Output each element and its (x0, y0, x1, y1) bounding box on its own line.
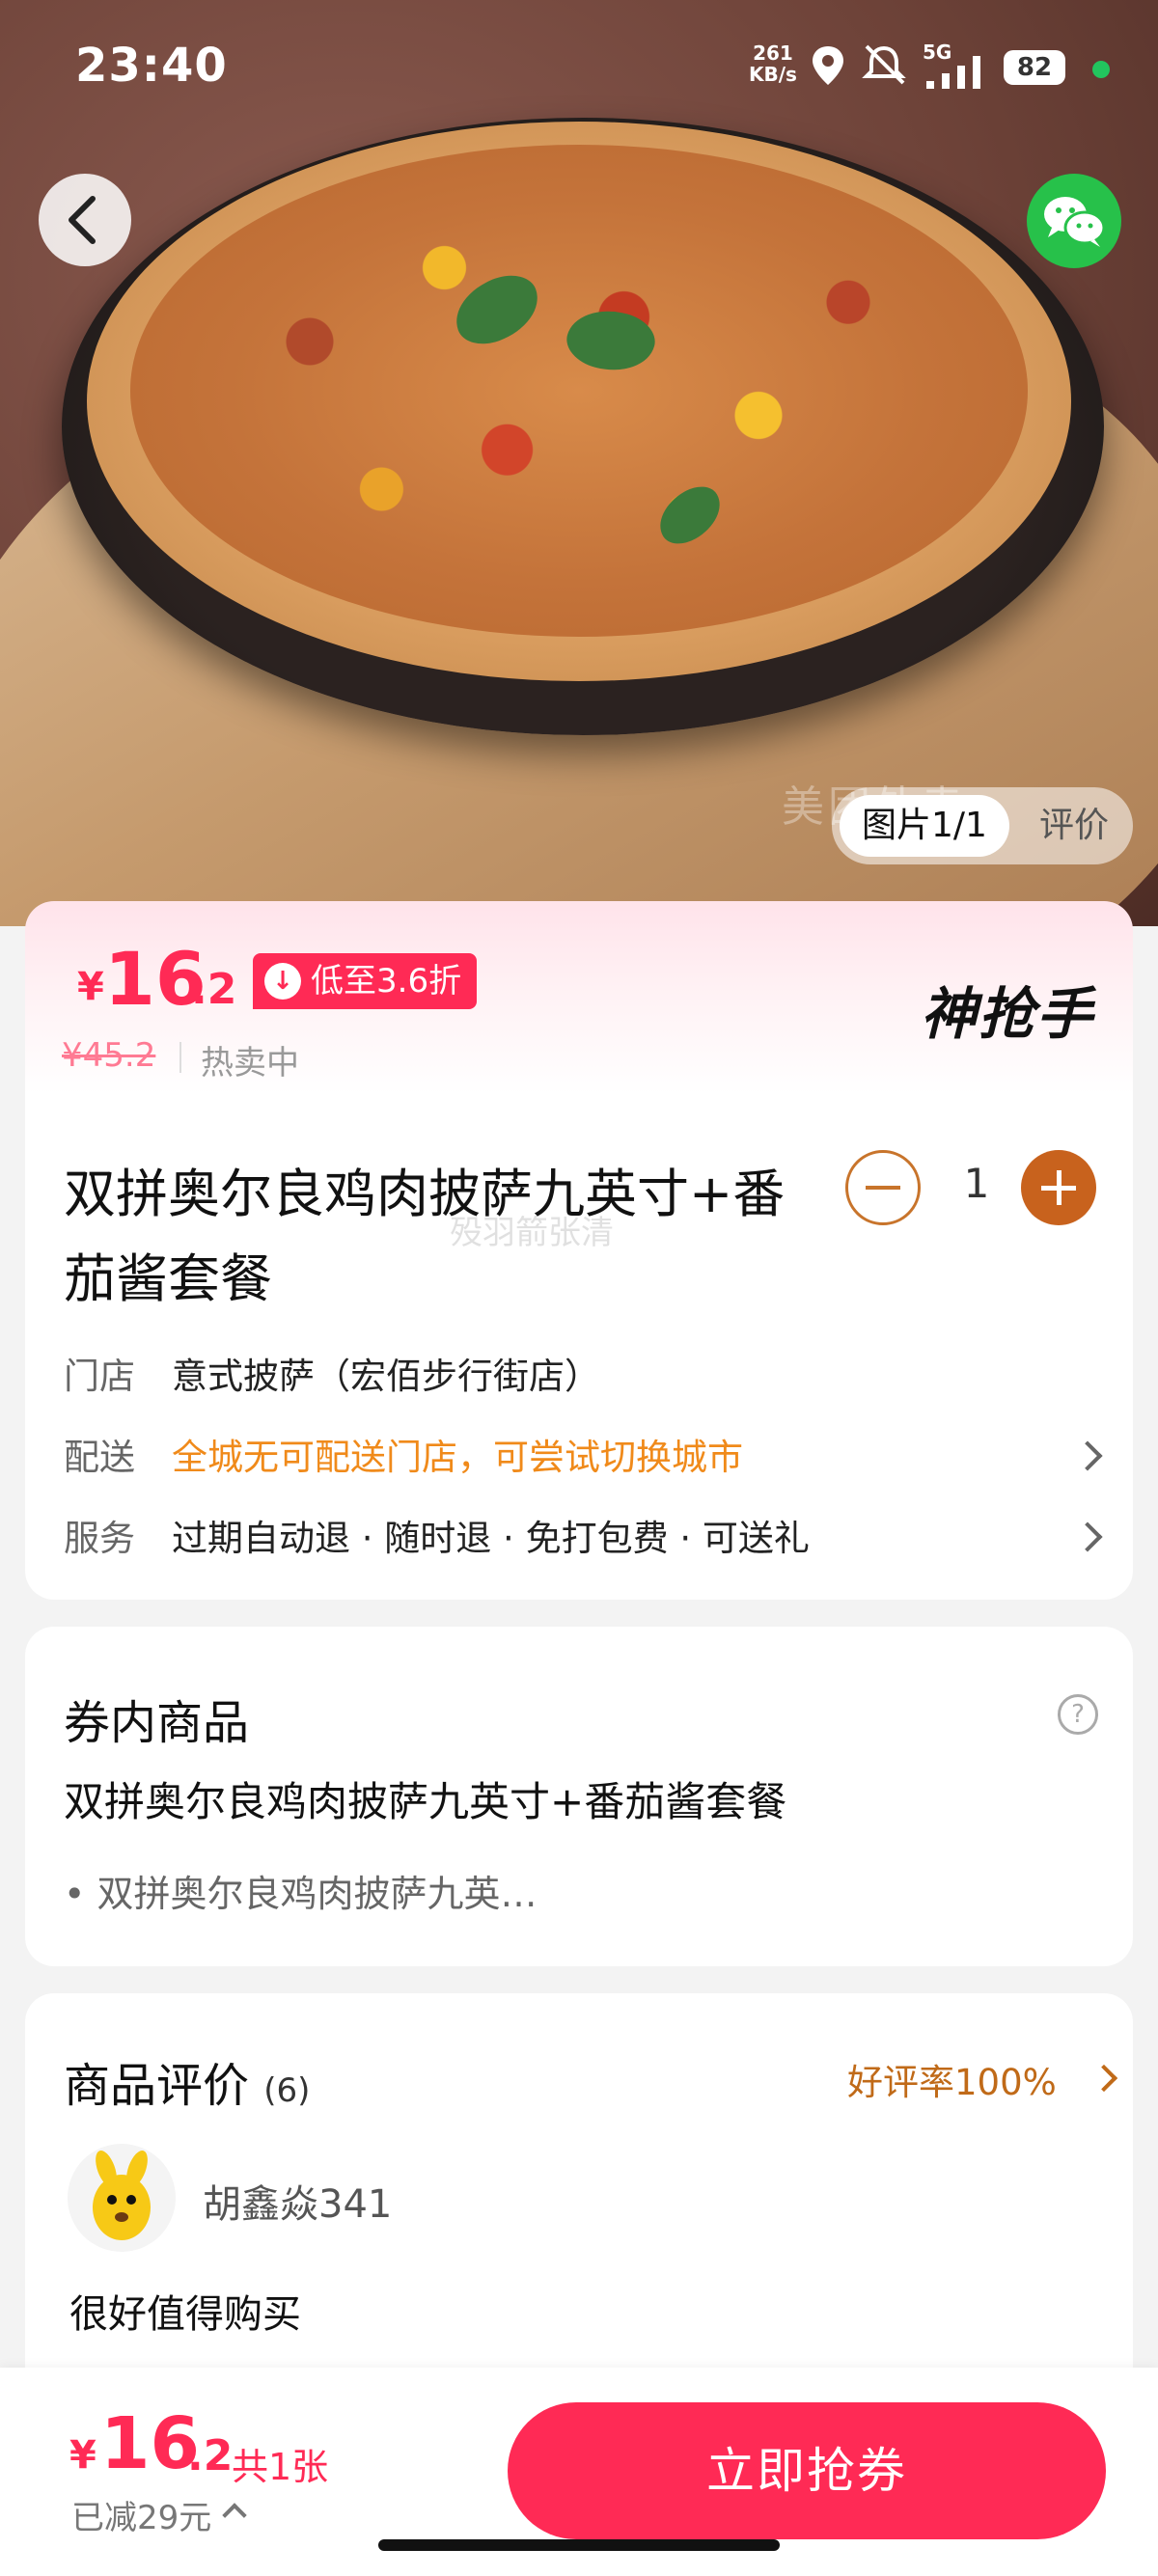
delivery-info: 全城无可配送门店，可尝试切换城市 (172, 1437, 743, 1478)
coupon-contents-card: 券内商品 ? 双拼奥尔良鸡肉披萨九英寸+番茄酱套餐 • 双拼奥尔良鸡肉披萨九英… (25, 1627, 1133, 1966)
chevron-left-icon (69, 196, 96, 244)
coupon-item: 双拼奥尔良鸡肉披萨九英寸+番茄酱套餐 (64, 1778, 787, 1825)
chevron-right-icon (1089, 2064, 1118, 2093)
tab-images[interactable]: 图片1/1 (840, 795, 1009, 857)
section-title: 商品评价 (6) (64, 2059, 311, 2113)
status-time: 23:40 (75, 39, 228, 93)
location-icon (813, 46, 843, 85)
coupon-count: 共1张 (232, 2446, 329, 2488)
quantity-value: 1 (963, 1160, 990, 1207)
quantity-increase-button[interactable] (1021, 1150, 1096, 1225)
user-watermark: 殁羽箭张清 (450, 1214, 614, 1252)
quantity-decrease-button[interactable] (845, 1150, 921, 1225)
chevron-right-icon (1072, 1521, 1103, 1552)
section-title: 券内商品 (64, 1696, 250, 1750)
store-name: 意式披萨（宏佰步行街店） (172, 1356, 600, 1397)
battery-indicator: 82 (1004, 50, 1065, 85)
positive-rate-link[interactable]: 好评率100% (847, 2053, 1057, 2105)
image-tabs: 图片1/1 评价 (832, 787, 1133, 864)
divider (179, 1042, 181, 1073)
review-count: (6) (263, 2071, 311, 2110)
net-speed: 261 KB/s (749, 41, 797, 86)
discount-badge: ↓ 低至3.6折 (253, 953, 478, 1009)
help-icon[interactable]: ? (1058, 1694, 1098, 1735)
savings-toggle[interactable]: 已减29元 (71, 2491, 211, 2538)
review-text: 很好值得购买 (69, 2292, 301, 2337)
wechat-share-button[interactable] (1027, 174, 1121, 268)
signal-icon (926, 56, 980, 89)
avatar (68, 2144, 176, 2252)
kangaroo-avatar-icon (93, 2150, 151, 2240)
product-info-card: ¥ 16 .2 ↓ 低至3.6折 神抢手 ¥45.2 热卖中 双拼奥尔良鸡肉披萨… (25, 901, 1133, 1600)
original-price: ¥45.2 (62, 1036, 156, 1075)
chevron-up-icon[interactable] (222, 2503, 247, 2528)
reviews-card: 商品评价 (6) 好评率100% 胡鑫焱341 很好值得购买 (25, 1993, 1133, 2398)
price-decimal: .2 (191, 965, 237, 1014)
wechat-icon (1044, 197, 1106, 247)
back-button[interactable] (39, 174, 131, 266)
total-price-symbol: ¥ (69, 2433, 96, 2478)
coupon-sub-item: • 双拼奥尔良鸡肉披萨九英… (64, 1873, 538, 1915)
service-info: 过期自动退 · 随时退 · 免打包费 · 可送礼 (172, 1518, 810, 1559)
delivery-row[interactable]: 配送 全城无可配送门店，可尝试切换城市 (64, 1434, 1106, 1482)
tab-reviews[interactable]: 评价 (1015, 787, 1133, 864)
home-indicator[interactable] (378, 2539, 780, 2551)
pizza-toppings (130, 145, 1028, 637)
privacy-dot (1092, 61, 1110, 78)
mute-bell-icon (862, 44, 906, 85)
buy-now-button[interactable]: 立即抢券 (508, 2402, 1106, 2539)
sale-status: 热卖中 (201, 1044, 299, 1082)
chevron-right-icon (1072, 1440, 1103, 1471)
total-price-integer: 16 (100, 2402, 200, 2485)
arrow-down-icon: ↓ (264, 963, 301, 1000)
brand-logo: 神抢手 (921, 981, 1095, 1047)
service-row[interactable]: 服务 过期自动退 · 随时退 · 免打包费 · 可送礼 (64, 1515, 1106, 1563)
store-row: 门店 意式披萨（宏佰步行街店） (64, 1353, 1106, 1401)
product-title: 双拼奥尔良鸡肉披萨九英寸+番茄酱套餐 (64, 1164, 786, 1309)
price-symbol: ¥ (77, 965, 104, 1009)
reviewer-name: 胡鑫焱341 (203, 2182, 393, 2227)
status-bar: 23:40 261 KB/s 5G 82 (0, 0, 1158, 135)
total-price-decimal: .2 (187, 2431, 234, 2480)
